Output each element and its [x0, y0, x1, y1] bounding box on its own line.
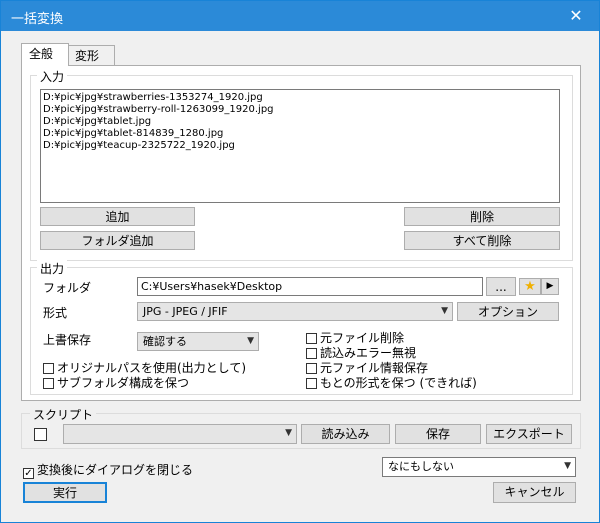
- keep-subfolder-label: サブフォルダ構成を保つ: [57, 376, 190, 390]
- after-action-select-value: なにもしない: [388, 460, 454, 473]
- script-select[interactable]: ▼: [63, 424, 297, 444]
- list-item[interactable]: D:¥pic¥jpg¥strawberries-1353274_1920.jpg: [43, 92, 557, 104]
- checkbox-box[interactable]: [306, 363, 317, 374]
- list-item[interactable]: D:¥pic¥jpg¥teacup-2325722_1920.jpg: [43, 140, 557, 152]
- input-group: 入力 D:¥pic¥jpg¥strawberries-1353274_1920.…: [30, 68, 573, 261]
- checkbox-box[interactable]: [306, 348, 317, 359]
- tab-panel-general: 入力 D:¥pic¥jpg¥strawberries-1353274_1920.…: [21, 65, 581, 401]
- browse-button[interactable]: ...: [486, 277, 516, 296]
- load-script-button[interactable]: 読み込み: [301, 424, 390, 444]
- tab-general[interactable]: 全般: [21, 43, 69, 66]
- delete-button[interactable]: 削除: [404, 207, 560, 226]
- checkbox-box[interactable]: [34, 428, 47, 441]
- format-select[interactable]: JPG - JPEG / JFIF ▼: [137, 302, 453, 321]
- cancel-button[interactable]: キャンセル: [493, 482, 576, 503]
- run-button[interactable]: 実行: [23, 482, 107, 503]
- checkbox-box[interactable]: [43, 378, 54, 389]
- overwrite-select-value: 確認する: [143, 335, 187, 348]
- output-folder-field[interactable]: C:¥Users¥hasek¥Desktop: [137, 277, 483, 296]
- chevron-down-icon: ▼: [247, 336, 254, 346]
- export-script-button[interactable]: エクスポート: [486, 424, 572, 444]
- close-after-convert-label: 変換後にダイアログを閉じる: [37, 463, 194, 477]
- chevron-down-icon: ▼: [285, 428, 292, 438]
- chevron-down-icon: ▼: [441, 306, 448, 316]
- close-after-convert-checkbox[interactable]: ✓ 変換後にダイアログを閉じる: [23, 461, 193, 479]
- format-select-value: JPG - JPEG / JFIF: [143, 305, 228, 318]
- chevron-down-icon: ▼: [564, 461, 571, 471]
- keep-subfolder-checkbox[interactable]: サブフォルダ構成を保つ: [43, 374, 189, 391]
- after-action-select[interactable]: なにもしない ▼: [382, 457, 576, 477]
- script-enable-checkbox[interactable]: [34, 428, 50, 442]
- input-file-list[interactable]: D:¥pic¥jpg¥strawberries-1353274_1920.jpg…: [40, 89, 560, 203]
- favorite-star-icon[interactable]: ★: [519, 278, 541, 295]
- list-item[interactable]: D:¥pic¥jpg¥tablet.jpg: [43, 116, 557, 128]
- list-item[interactable]: D:¥pic¥jpg¥strawberry-roll-1263099_1920.…: [43, 104, 557, 116]
- close-icon[interactable]: ✕: [553, 1, 599, 31]
- delete-original-label: 元ファイル削除: [320, 331, 405, 345]
- keep-original-format-label: もとの形式を保つ (できれば): [320, 376, 477, 390]
- list-item[interactable]: D:¥pic¥jpg¥tablet-814839_1280.jpg: [43, 128, 557, 140]
- use-original-path-label: オリジナルパスを使用(出力として): [57, 361, 247, 375]
- window-title: 一括変換: [11, 12, 64, 27]
- save-script-button[interactable]: 保存: [395, 424, 481, 444]
- batch-convert-dialog: 一括変換 ✕ 全般 変形 入力 D:¥pic¥jpg¥strawberries-…: [0, 0, 600, 523]
- script-group-label: スクリプト: [30, 406, 97, 423]
- output-group-label: 出力: [37, 260, 68, 277]
- checkbox-box[interactable]: [306, 333, 317, 344]
- format-label: 形式: [43, 306, 68, 320]
- add-button[interactable]: 追加: [40, 207, 195, 226]
- folder-label: フォルダ: [43, 281, 92, 295]
- overwrite-select[interactable]: 確認する ▼: [137, 332, 259, 351]
- ignore-read-error-label: 読込みエラー無視: [320, 346, 417, 360]
- checkbox-box[interactable]: [43, 363, 54, 374]
- keep-original-format-checkbox[interactable]: もとの形式を保つ (できれば): [306, 374, 477, 391]
- title-bar: 一括変換 ✕: [1, 1, 599, 31]
- add-folder-button[interactable]: フォルダ追加: [40, 231, 195, 250]
- checkbox-box[interactable]: [306, 378, 317, 389]
- tab-transform[interactable]: 変形: [67, 45, 115, 66]
- checkbox-box[interactable]: ✓: [23, 468, 34, 479]
- delete-all-button[interactable]: すべて削除: [404, 231, 560, 250]
- overwrite-label: 上書保存: [43, 333, 92, 347]
- options-button[interactable]: オプション: [457, 302, 559, 321]
- favorite-menu-arrow-icon[interactable]: ▶: [541, 278, 559, 295]
- input-group-label: 入力: [37, 68, 68, 85]
- keep-file-info-label: 元ファイル情報保存: [320, 361, 429, 375]
